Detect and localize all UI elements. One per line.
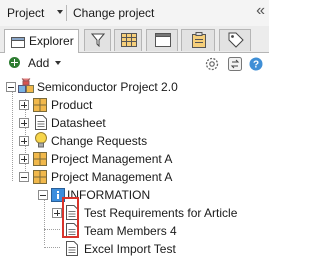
toolbar: Add ? — [0, 53, 269, 74]
tree-item-project[interactable]: Semiconductor Project 2.0 — [0, 78, 269, 96]
tree-item-label: Excel Import Test — [84, 242, 176, 256]
tab-tag[interactable] — [219, 29, 251, 51]
explorer-icon — [11, 37, 25, 48]
expand-toggle-icon[interactable] — [19, 154, 29, 164]
module-icon — [33, 170, 47, 184]
tree-item-label: Change Requests — [51, 134, 148, 148]
project-icon — [18, 78, 34, 93]
tab-filter[interactable] — [84, 29, 111, 51]
collapse-toggle-icon[interactable] — [6, 82, 16, 92]
svg-text:?: ? — [253, 60, 259, 71]
tab-bar: Explorer — [0, 26, 269, 53]
tree-item-information[interactable]: INFORMATION — [0, 186, 269, 204]
window-icon — [155, 33, 171, 47]
tree-item-label: Team Members 4 — [84, 224, 177, 238]
plus-circle-icon[interactable] — [9, 57, 20, 68]
tab-table[interactable] — [114, 29, 142, 51]
tree-item-label: Semiconductor Project 2.0 — [37, 80, 178, 94]
tree-item-excel-import[interactable]: Excel Import Test — [0, 240, 269, 258]
add-button[interactable]: Add — [28, 56, 49, 70]
table-icon — [121, 33, 137, 47]
tree-item-test-requirements[interactable]: Test Requirements for Article — [0, 204, 269, 222]
help-icon[interactable]: ? — [249, 57, 263, 71]
project-menu[interactable]: Project — [7, 6, 44, 20]
tab-window[interactable] — [146, 29, 178, 51]
tab-clipboard[interactable] — [181, 29, 215, 51]
tree-item-datasheet[interactable]: Datasheet — [0, 114, 269, 132]
tree-item-label: INFORMATION — [67, 188, 151, 202]
tree-item-team-members[interactable]: Team Members 4 — [0, 222, 269, 240]
chevron-down-icon[interactable] — [55, 61, 61, 65]
document-icon — [66, 241, 78, 256]
double-chevron-left-icon[interactable]: « — [256, 2, 265, 20]
expand-toggle-icon[interactable] — [19, 100, 29, 110]
tree-item-project-management[interactable]: Project Management A — [0, 168, 269, 186]
change-project-link[interactable]: Change project — [73, 6, 154, 20]
chevron-down-icon[interactable] — [57, 10, 63, 14]
tree-item-change-requests[interactable]: Change Requests — [0, 132, 269, 150]
tree-item-label: Product — [51, 98, 93, 112]
tree-item-label: Test Requirements for Article — [84, 206, 238, 220]
highlight-box — [62, 197, 79, 238]
expand-toggle-icon[interactable] — [19, 118, 29, 128]
sync-icon[interactable] — [228, 57, 242, 71]
tree-item-project-management[interactable]: Project Management A — [0, 150, 269, 168]
tree-item-product[interactable]: Product — [0, 96, 269, 114]
expand-toggle-icon[interactable] — [52, 208, 62, 218]
clipboard-icon — [192, 32, 206, 48]
divider — [66, 5, 67, 21]
expand-toggle-icon[interactable] — [19, 136, 29, 146]
collapse-toggle-icon[interactable] — [38, 190, 48, 200]
collapse-toggle-icon[interactable] — [19, 172, 29, 182]
module-icon — [33, 152, 47, 166]
tree-item-label: Project Management A — [51, 152, 173, 166]
filter-icon — [91, 33, 105, 47]
top-bar: Project Change project « — [0, 0, 269, 26]
document-icon — [35, 115, 47, 130]
tree-item-label: Datasheet — [51, 116, 106, 130]
tree-item-label: Project Management A — [51, 170, 173, 184]
tab-label: Explorer — [29, 34, 74, 48]
settings-icon[interactable] — [204, 56, 220, 72]
tag-icon — [228, 32, 244, 48]
tab-explorer[interactable]: Explorer — [4, 29, 79, 53]
lightbulb-icon — [35, 132, 47, 148]
module-icon — [33, 98, 47, 112]
